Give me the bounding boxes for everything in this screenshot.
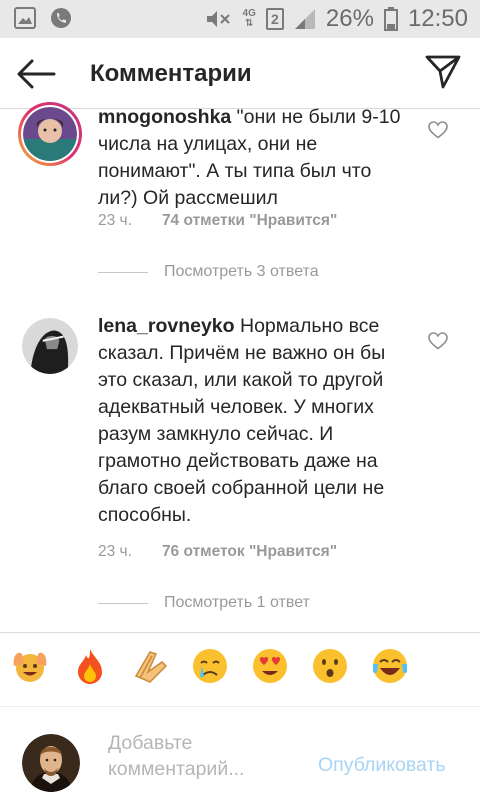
view-replies-link[interactable]: Посмотреть 3 ответа [98,263,319,281]
back-arrow-icon[interactable] [16,58,56,90]
avatar[interactable] [22,318,78,374]
direct-send-icon[interactable] [424,54,462,90]
comment-username[interactable]: lena_rovneyko [98,315,235,337]
gallery-icon [14,7,36,29]
comment-likes[interactable]: 74 отметки "Нравится" [162,212,337,230]
current-user-avatar [22,734,80,792]
like-heart-icon[interactable] [428,332,448,350]
comment-meta: 23 ч. 74 отметки "Нравится" [98,212,337,230]
comment-time: 23 ч. [98,543,132,560]
comment-body: mnogonoshka "они не были 9-10 числа на у… [98,104,416,212]
page-title: Комментарии [90,60,252,87]
avatar [23,107,77,161]
network-type: 4G ⇅ [242,8,256,29]
tears-of-joy-emoji[interactable] [370,646,410,686]
battery-icon [383,7,398,31]
battery-percent: 26% [325,5,374,32]
status-bar: 4G ⇅ 2 26% 12:50 [0,0,480,38]
view-replies-link[interactable]: Посмотреть 1 ответ [98,594,310,612]
view-replies-label: Посмотреть 3 ответа [164,263,319,280]
comment-meta: 23 ч. 76 отметок "Нравится" [98,543,337,561]
quick-reactions-bar [0,646,480,690]
composer-divider [0,706,480,707]
clock: 12:50 [407,5,468,32]
comment-time: 23 ч. [98,212,132,229]
mute-icon [206,11,230,27]
comment-username[interactable]: mnogonoshka [98,106,231,128]
raising-hands-emoji[interactable] [10,646,50,686]
status-left [14,7,72,29]
replies-divider [98,602,148,604]
like-heart-icon[interactable] [428,121,448,139]
comment-body: lena_rovneyko Нормально все сказал. Прич… [98,313,416,529]
reactions-divider [0,632,480,633]
signal-icon [294,9,315,29]
view-replies-label: Посмотреть 1 ответ [164,594,310,611]
comment-text: Нормально все сказал. Причём не важно он… [98,315,386,526]
clapping-hands-emoji[interactable] [130,646,170,686]
app-header: Комментарии [0,38,480,108]
avatar-story-ring[interactable] [18,102,82,166]
surprised-emoji[interactable] [310,646,350,686]
replies-divider [98,271,148,273]
fire-emoji[interactable] [70,646,110,686]
sim-slot-badge: 2 [265,8,284,30]
publish-button[interactable]: Опубликовать [318,754,446,777]
comment-input[interactable]: Добавьте комментарий... [108,730,308,782]
status-right: 4G ⇅ 2 26% 12:50 [205,5,468,33]
heart-eyes-emoji[interactable] [250,646,290,686]
crying-emoji[interactable] [190,646,230,686]
comment-likes[interactable]: 76 отметок "Нравится" [162,543,337,561]
phone-icon [51,8,71,28]
